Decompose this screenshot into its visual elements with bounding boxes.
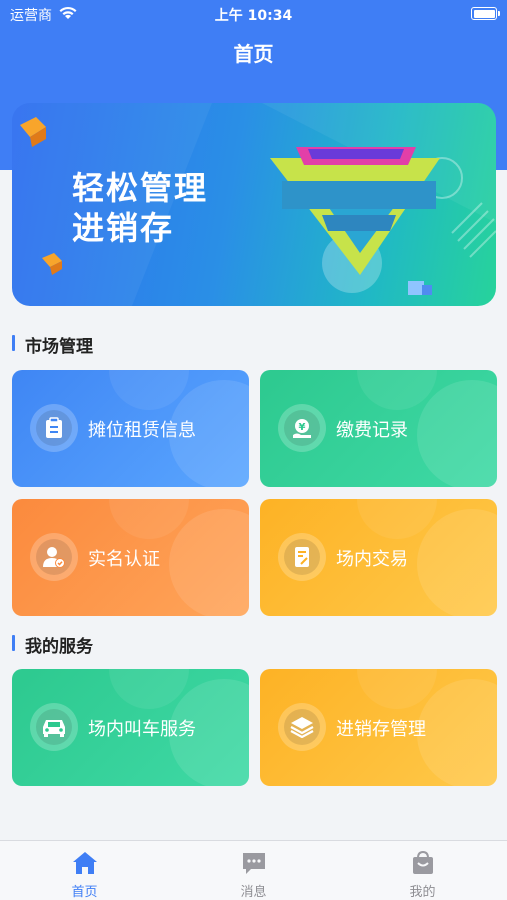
section-title-services: 我的服务	[12, 632, 93, 657]
tab-label: 消息	[240, 885, 267, 900]
layers-icon	[290, 717, 314, 738]
tile-icon-ring: ¥	[278, 404, 326, 452]
tile-taxi-service[interactable]: 场内叫车服务	[12, 669, 249, 786]
tile-stall-rental[interactable]: 摊位租赁信息	[12, 370, 249, 487]
tile-icon-ring	[30, 533, 78, 581]
bag-icon	[413, 850, 433, 874]
tile-label: 缴费记录	[336, 420, 408, 441]
clipboard-icon	[46, 417, 62, 438]
page-title: 首页	[233, 42, 274, 66]
tile-real-name-auth[interactable]: 实名认证	[12, 499, 249, 616]
tile-inventory-management[interactable]: 进销存管理	[260, 669, 497, 786]
tab-label: 我的	[409, 885, 436, 900]
home-icon	[73, 852, 97, 874]
tab-bar: 首页 消息 我的	[0, 840, 507, 900]
tile-icon-ring	[278, 533, 326, 581]
banner-line-2: 进销存	[72, 209, 175, 247]
battery-icon	[471, 7, 500, 20]
banner-headline: 轻松管理 进销存	[72, 168, 208, 248]
user-verified-icon	[43, 547, 65, 568]
tab-label: 首页	[71, 885, 98, 900]
tile-label: 进销存管理	[336, 719, 426, 740]
tile-label: 摊位租赁信息	[88, 420, 196, 441]
tile-icon-ring	[30, 703, 78, 751]
tile-icon-ring	[30, 404, 78, 452]
tile-label: 实名认证	[88, 549, 160, 570]
tab-home[interactable]: 首页	[0, 841, 169, 900]
banner-line-1: 轻松管理	[72, 169, 209, 207]
yuan-payment-icon: ¥	[293, 419, 311, 438]
tile-icon-ring	[278, 703, 326, 751]
status-time: 上午 10:34	[214, 8, 293, 24]
trade-document-icon	[295, 547, 309, 567]
tile-icon-core: ¥	[284, 410, 320, 446]
taxi-icon	[43, 720, 65, 737]
tab-mine[interactable]: 我的	[338, 841, 507, 900]
tile-icon-core	[36, 410, 72, 446]
tile-icon-core	[36, 709, 72, 745]
tile-label: 场内交易	[336, 549, 408, 570]
tile-icon-core	[36, 539, 72, 575]
tile-icon-core	[284, 709, 320, 745]
tile-label: 场内叫车服务	[88, 719, 196, 740]
tile-icon-core	[284, 539, 320, 575]
status-bar: 运营商 上午 10:34	[0, 0, 507, 28]
section-title-market: 市场管理	[12, 332, 93, 357]
svg-text:¥: ¥	[299, 422, 306, 433]
tile-payment-records[interactable]: ¥ 缴费记录	[260, 370, 497, 487]
message-icon	[243, 853, 265, 874]
tab-messages[interactable]: 消息	[169, 841, 338, 900]
tile-market-trade[interactable]: 场内交易	[260, 499, 497, 616]
